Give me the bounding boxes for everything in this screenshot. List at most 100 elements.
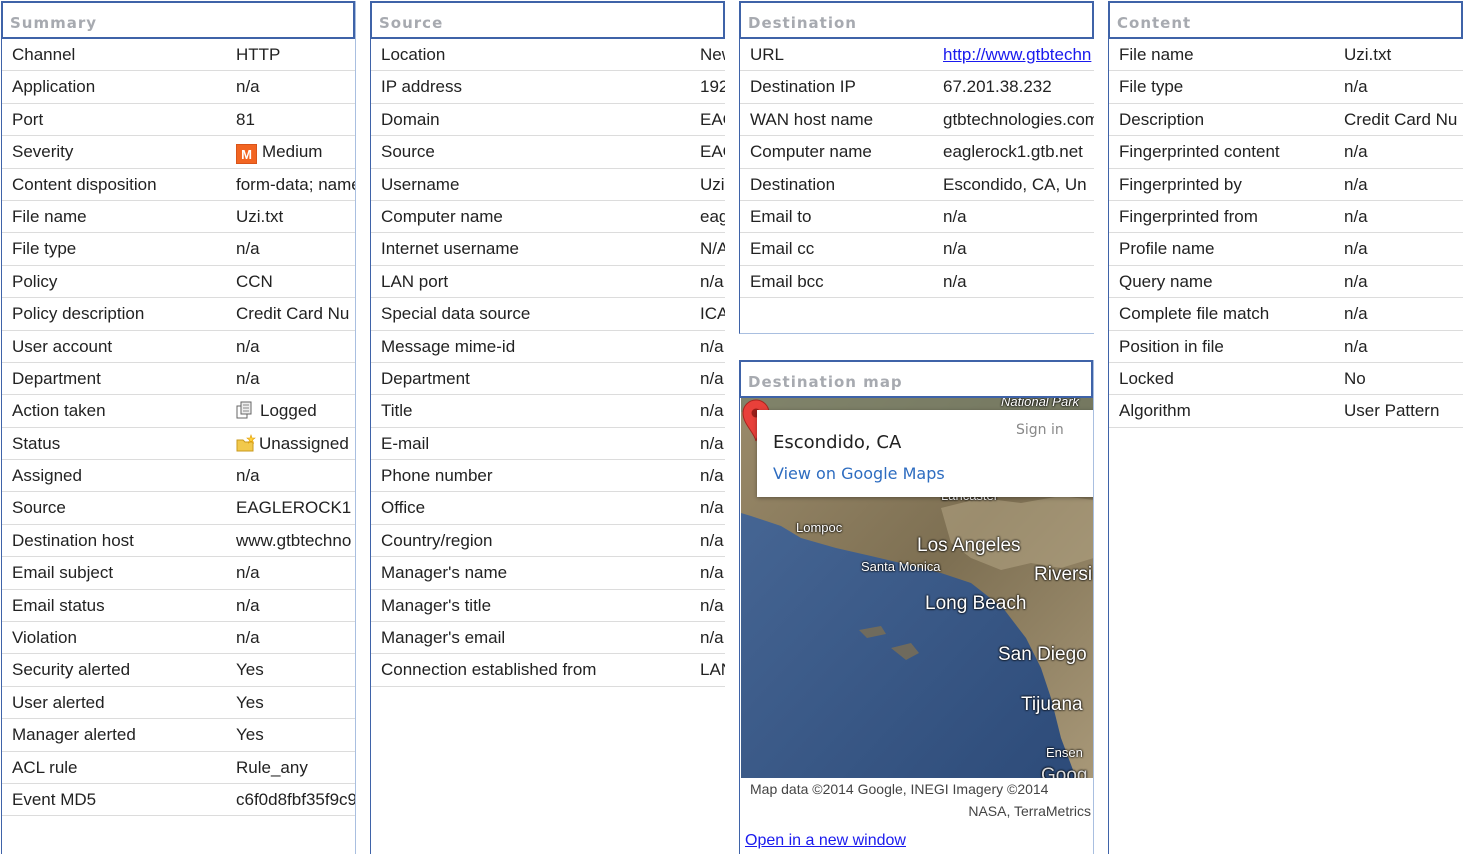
row-label: Country/region	[381, 530, 493, 550]
view-on-google-maps-link[interactable]: View on Google Maps	[773, 464, 945, 483]
destination-rows: URL http://www.gtbtechn Destination IP 67.…	[740, 39, 1094, 299]
row-label: Locked	[1119, 368, 1174, 388]
source-row-special-data-source: Special data source ICA	[371, 298, 725, 331]
row-value: n/a	[943, 271, 967, 291]
row-value: N/A	[700, 239, 725, 259]
map-label-lompoc: Lompoc	[796, 520, 843, 535]
row-label: Manager's title	[381, 595, 492, 615]
row-label: Department	[381, 368, 470, 388]
new-folder-icon	[236, 433, 256, 452]
source-row-department: Department n/a	[371, 363, 725, 396]
content-title: Content	[1109, 1, 1463, 39]
summary-row-department: Department n/a	[2, 363, 355, 396]
row-value: n/a	[1344, 77, 1368, 97]
row-value: No	[1344, 368, 1366, 388]
row-value: n/a	[236, 563, 260, 583]
summary-row-event-md5: Event MD5 c6f0d8fbf35f9c9	[2, 784, 355, 817]
map-view[interactable]: National Park Lancaster Lompoc Los Angel…	[741, 398, 1093, 778]
severity-value: Medium	[262, 142, 323, 162]
summary-row-destination-host: Destination host www.gtbtechno	[2, 525, 355, 558]
source-row-connection-established-from: Connection established from LAN	[371, 654, 725, 687]
row-label: Security alerted	[12, 660, 131, 680]
row-value: 81	[236, 109, 255, 129]
source-row-managers-title: Manager's title n/a	[371, 590, 725, 623]
content-row-fingerprinted-from: Fingerprinted from n/a	[1109, 201, 1463, 234]
content-row-query-name: Query name n/a	[1109, 266, 1463, 299]
row-value: n/a	[1344, 336, 1368, 356]
action-value: Logged	[260, 401, 317, 421]
source-row-email: E-mail n/a	[371, 428, 725, 461]
row-value: n/a	[236, 466, 260, 486]
destination-row-destination: Destination Escondido, CA, Un	[740, 169, 1094, 201]
row-value: CCN	[236, 271, 273, 291]
row-label: User alerted	[12, 692, 105, 712]
row-value: n/a	[236, 595, 260, 615]
severity-medium-icon: M	[236, 144, 257, 165]
row-value: n/a	[700, 368, 724, 388]
summary-row-channel: Channel HTTP	[2, 39, 355, 72]
row-value-wrap: Logged	[236, 401, 317, 421]
destination-row-url: URL http://www.gtbtechn	[740, 39, 1094, 72]
source-row-country-region: Country/region n/a	[371, 525, 725, 558]
map-attribution-line2: NASA, TerraMetrics	[968, 803, 1091, 819]
source-panel: Source Location New IP address 192 Domain E…	[370, 1, 725, 854]
sign-in-link[interactable]: Sign in	[1016, 422, 1064, 438]
source-row-message-mime-id: Message mime-id n/a	[371, 331, 725, 363]
row-value: n/a	[700, 433, 724, 453]
destination-map-title: Destination map	[740, 360, 1093, 398]
row-label: Message mime-id	[381, 336, 516, 356]
row-label: Manager's email	[381, 628, 506, 648]
summary-rows: Channel HTTP Application n/a Port 81 Severi…	[2, 39, 355, 817]
row-value: n/a	[700, 466, 724, 486]
content-row-file-type: File type n/a	[1109, 71, 1463, 104]
row-label: Title	[381, 401, 413, 421]
row-value: 192	[700, 77, 725, 97]
row-value: Credit Card Nu	[1344, 109, 1458, 129]
row-label: Manager alerted	[12, 725, 136, 745]
summary-row-severity: Severity M Medium	[2, 136, 355, 169]
row-label: Internet username	[381, 239, 519, 259]
row-label: Policy	[12, 271, 58, 291]
row-value: Uzi.txt	[236, 206, 284, 226]
row-label: ACL rule	[12, 757, 78, 777]
summary-row-manager-alerted: Manager alerted Yes	[2, 719, 355, 752]
row-label: Port	[12, 109, 44, 129]
map-place-name: Escondido, CA	[773, 432, 902, 453]
destination-row-email-to: Email to n/a	[740, 201, 1094, 234]
row-value: Escondido, CA, Un	[943, 174, 1087, 194]
row-value: eaglerock1.gtb.net	[943, 142, 1083, 162]
content-row-fingerprinted-by: Fingerprinted by n/a	[1109, 169, 1463, 201]
row-label: Complete file match	[1119, 304, 1270, 324]
summary-row-file-type: File type n/a	[2, 233, 355, 266]
row-value: EAG	[700, 142, 725, 162]
summary-row-acl-rule: ACL rule Rule_any	[2, 752, 355, 784]
row-label: IP address	[381, 77, 462, 97]
row-label: Status	[12, 433, 61, 453]
row-value: n/a	[1344, 304, 1368, 324]
row-value: Yes	[236, 725, 264, 745]
summary-row-violation: Violation n/a	[2, 622, 355, 655]
row-label: E-mail	[381, 433, 430, 453]
row-label: Application	[12, 77, 96, 97]
row-label: File type	[1119, 77, 1184, 97]
summary-row-email-status: Email status n/a	[2, 590, 355, 623]
open-in-new-window-link[interactable]: Open in a new window	[745, 832, 906, 850]
row-value: n/a	[236, 336, 260, 356]
row-label: Destination host	[12, 530, 134, 550]
source-row-ip-address: IP address 192	[371, 71, 725, 104]
destination-url-link[interactable]: http://www.gtbtechn	[943, 45, 1091, 64]
row-label: Assigned	[12, 466, 82, 486]
source-row-managers-name: Manager's name n/a	[371, 557, 725, 590]
source-rows: Location New IP address 192 Domain EAG Sour…	[371, 39, 725, 687]
row-label: Position in file	[1119, 336, 1224, 356]
row-label: Special data source	[381, 304, 531, 324]
map-info-window: Escondido, CA View on Google Maps Sign i…	[757, 410, 1093, 497]
source-row-computer-name: Computer name eag	[371, 201, 725, 234]
row-value: EAG	[700, 109, 725, 129]
summary-title: Summary	[2, 1, 355, 39]
content-row-fingerprinted-content: Fingerprinted content n/a	[1109, 136, 1463, 169]
source-row-lan-port: LAN port n/a	[371, 266, 725, 299]
row-label: Description	[1119, 109, 1205, 129]
source-row-location: Location New	[371, 39, 725, 72]
content-row-profile-name: Profile name n/a	[1109, 233, 1463, 266]
